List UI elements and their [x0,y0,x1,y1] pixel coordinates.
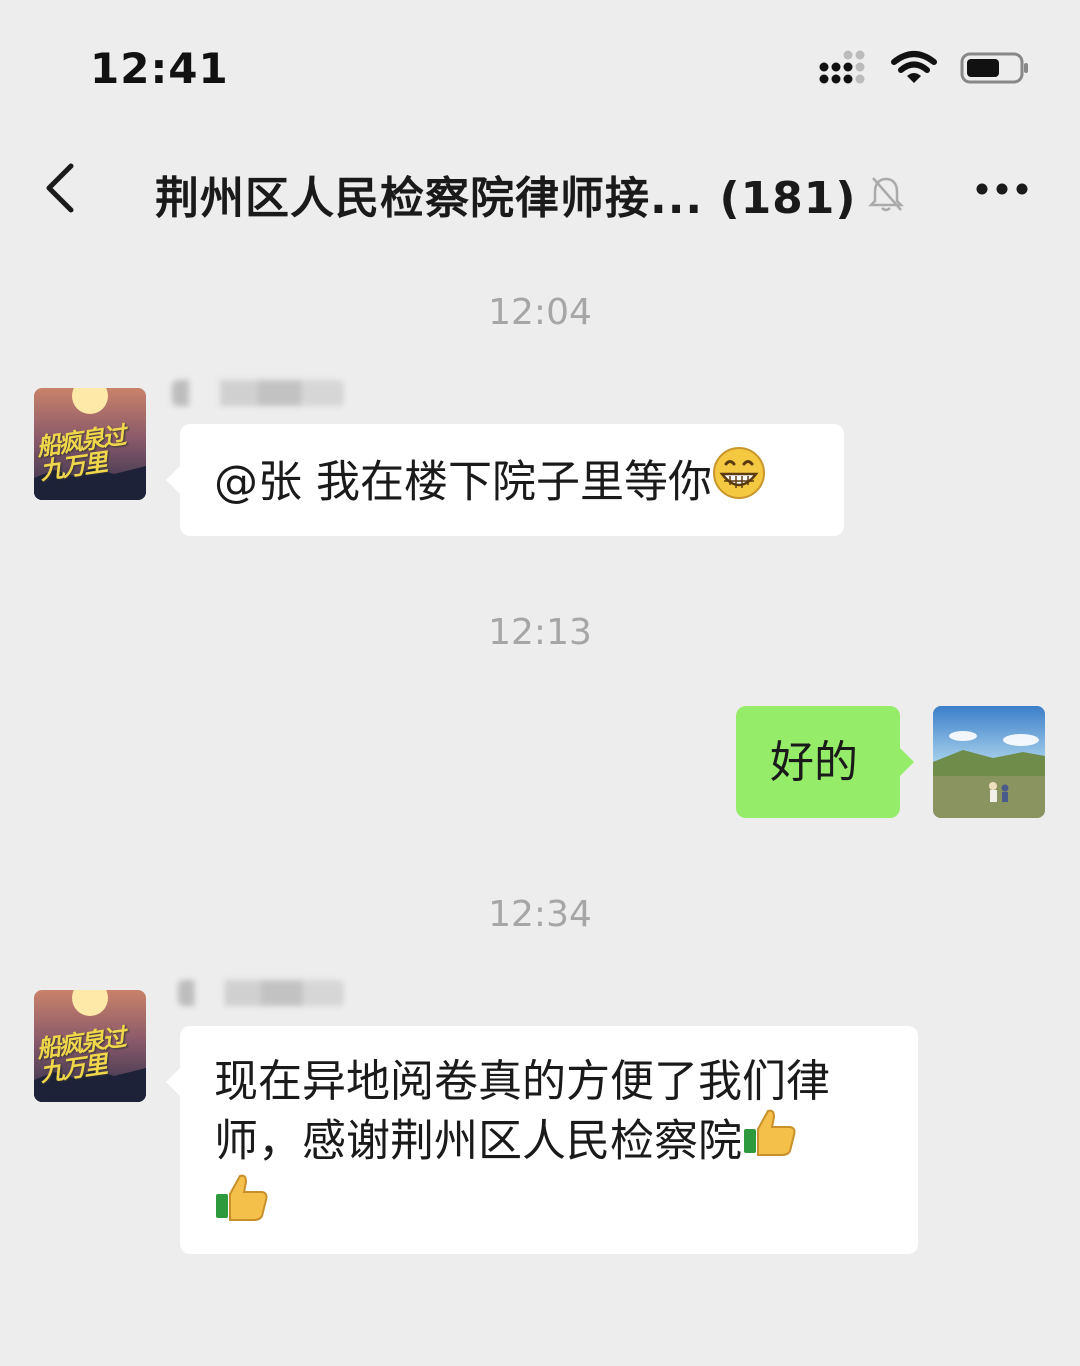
status-bar: 12:41 [0,0,1080,130]
sender-name-blurred [172,380,344,406]
message-bubble[interactable]: @张 我在楼下院子里等你 [166,424,844,536]
status-time: 12:41 [90,44,229,93]
message-bubble[interactable]: 好的 [736,706,914,818]
bell-off-icon [867,174,905,214]
landscape-photo [933,706,1045,818]
message-text-line: 现在异地阅卷真的方便了我们律 [214,1056,830,1107]
message-text: @张 我在楼下院子里等你 [214,456,712,508]
wifi-icon [890,50,938,90]
more-button[interactable] [972,170,1032,210]
thumbs-up-icon [742,1107,798,1172]
thumbs-up-icon [214,1172,270,1237]
my-avatar[interactable] [933,706,1045,818]
signal-icon [818,50,868,90]
chat-title: 荆州区人民检察院律师接... (181) [155,173,857,224]
status-icons [818,50,1030,90]
battery-icon [960,50,1030,90]
avatar[interactable]: 船疯泉过九万里 [34,990,146,1102]
timestamp: 12:04 [488,292,592,333]
sender-name-blurred [178,980,344,1006]
back-button[interactable] [30,158,90,222]
chat-title-wrap: 荆州区人民检察院律师接... (181) [155,162,904,226]
message-text-line-2: 师，感谢荆州区人民检察院 [214,1109,918,1176]
message-text-line-3 [214,1174,918,1241]
more-dots-icon [975,181,1029,200]
message-bubble[interactable]: 现在异地阅卷真的方便了我们律 师，感谢荆州区人民检察院 [166,1026,918,1254]
message-text: 好的 [770,737,858,788]
timestamp: 12:13 [488,612,592,653]
message-text: 师，感谢荆州区人民检察院 [214,1115,742,1167]
nav-bar: 荆州区人民检察院律师接... (181) [0,140,1080,240]
timestamp: 12:34 [488,894,592,935]
grin-emoji-icon [712,446,766,515]
chevron-left-icon [43,162,77,218]
avatar[interactable]: 船疯泉过九万里 [34,388,146,500]
